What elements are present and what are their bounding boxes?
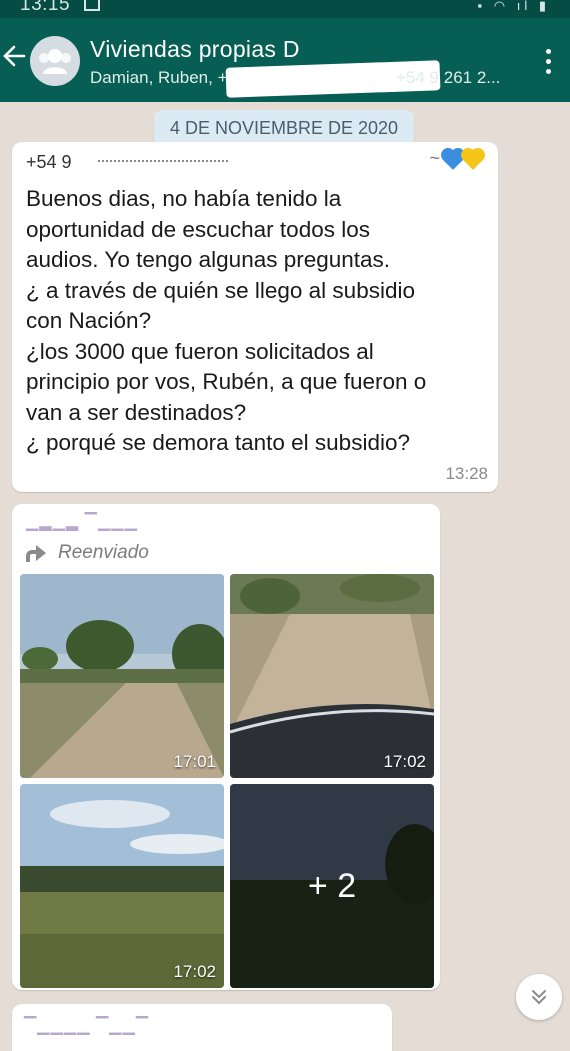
photo-thumbnail[interactable]: 17:02 [230, 574, 434, 778]
photo-time: 17:01 [173, 752, 216, 771]
message-text: Buenos dias, no había tenido la oportuni… [26, 186, 427, 455]
photo-time: 17:02 [383, 752, 426, 771]
status-bar: 13:15 ▪ ◠ ıl ▮ [0, 0, 570, 18]
double-chevron-down-icon [532, 990, 546, 1005]
photo-time: 17:02 [173, 962, 216, 981]
more-options-icon[interactable] [538, 46, 558, 82]
message-sender-redacted: ▁▂▁▂ ▔▁▁▁ [26, 514, 138, 531]
photo-thumbnail[interactable]: 17:02 [20, 784, 224, 988]
chat-participants[interactable]: Damian, Ruben, + [90, 68, 228, 88]
sender-name-emoji: ~ [429, 148, 483, 170]
message-time: 13:28 [445, 464, 488, 483]
message-sender[interactable]: +54 9 [26, 152, 72, 173]
photo-thumbnail-more[interactable]: + 2 [230, 784, 434, 988]
forward-arrow-icon [26, 545, 46, 562]
chat-title[interactable]: Viviendas propias D [90, 36, 300, 63]
chat-header: Viviendas propias D Damian, Ruben, + +54… [0, 18, 570, 102]
message-bubble-partial[interactable]: ▔▁▁▁▁ ▔▁▁▔ [12, 1004, 392, 1051]
chat-participants-end[interactable]: +54 9 261 2... [396, 68, 500, 88]
yellow-heart-icon [463, 150, 483, 170]
image-notification-icon [84, 0, 100, 11]
photo-thumbnail[interactable]: 17:01 [20, 574, 224, 778]
back-arrow-icon[interactable] [2, 36, 28, 76]
redaction-mark [98, 160, 228, 163]
status-time: 13:15 [20, 0, 71, 15]
message-sender-redacted: ▔▁▁▁▁ ▔▁▁▔ [24, 1018, 150, 1035]
forwarded-label: Reenviado [26, 542, 149, 564]
status-indicators-icon: ▪ ◠ ıl ▮ [477, 0, 550, 13]
more-photos-count: + 2 [230, 784, 434, 988]
scroll-to-bottom-button[interactable] [516, 974, 562, 1020]
group-avatar-icon[interactable] [30, 36, 80, 86]
message-bubble[interactable]: +54 9 ~ Buenos dias, no había tenido la … [12, 142, 498, 492]
date-divider: 4 DE NOVIEMBRE DE 2020 [154, 110, 414, 146]
forwarded-album-bubble[interactable]: ▁▂▁▂ ▔▁▁▁ Reenviado 17:01 17:02 17:02 + … [12, 504, 440, 990]
